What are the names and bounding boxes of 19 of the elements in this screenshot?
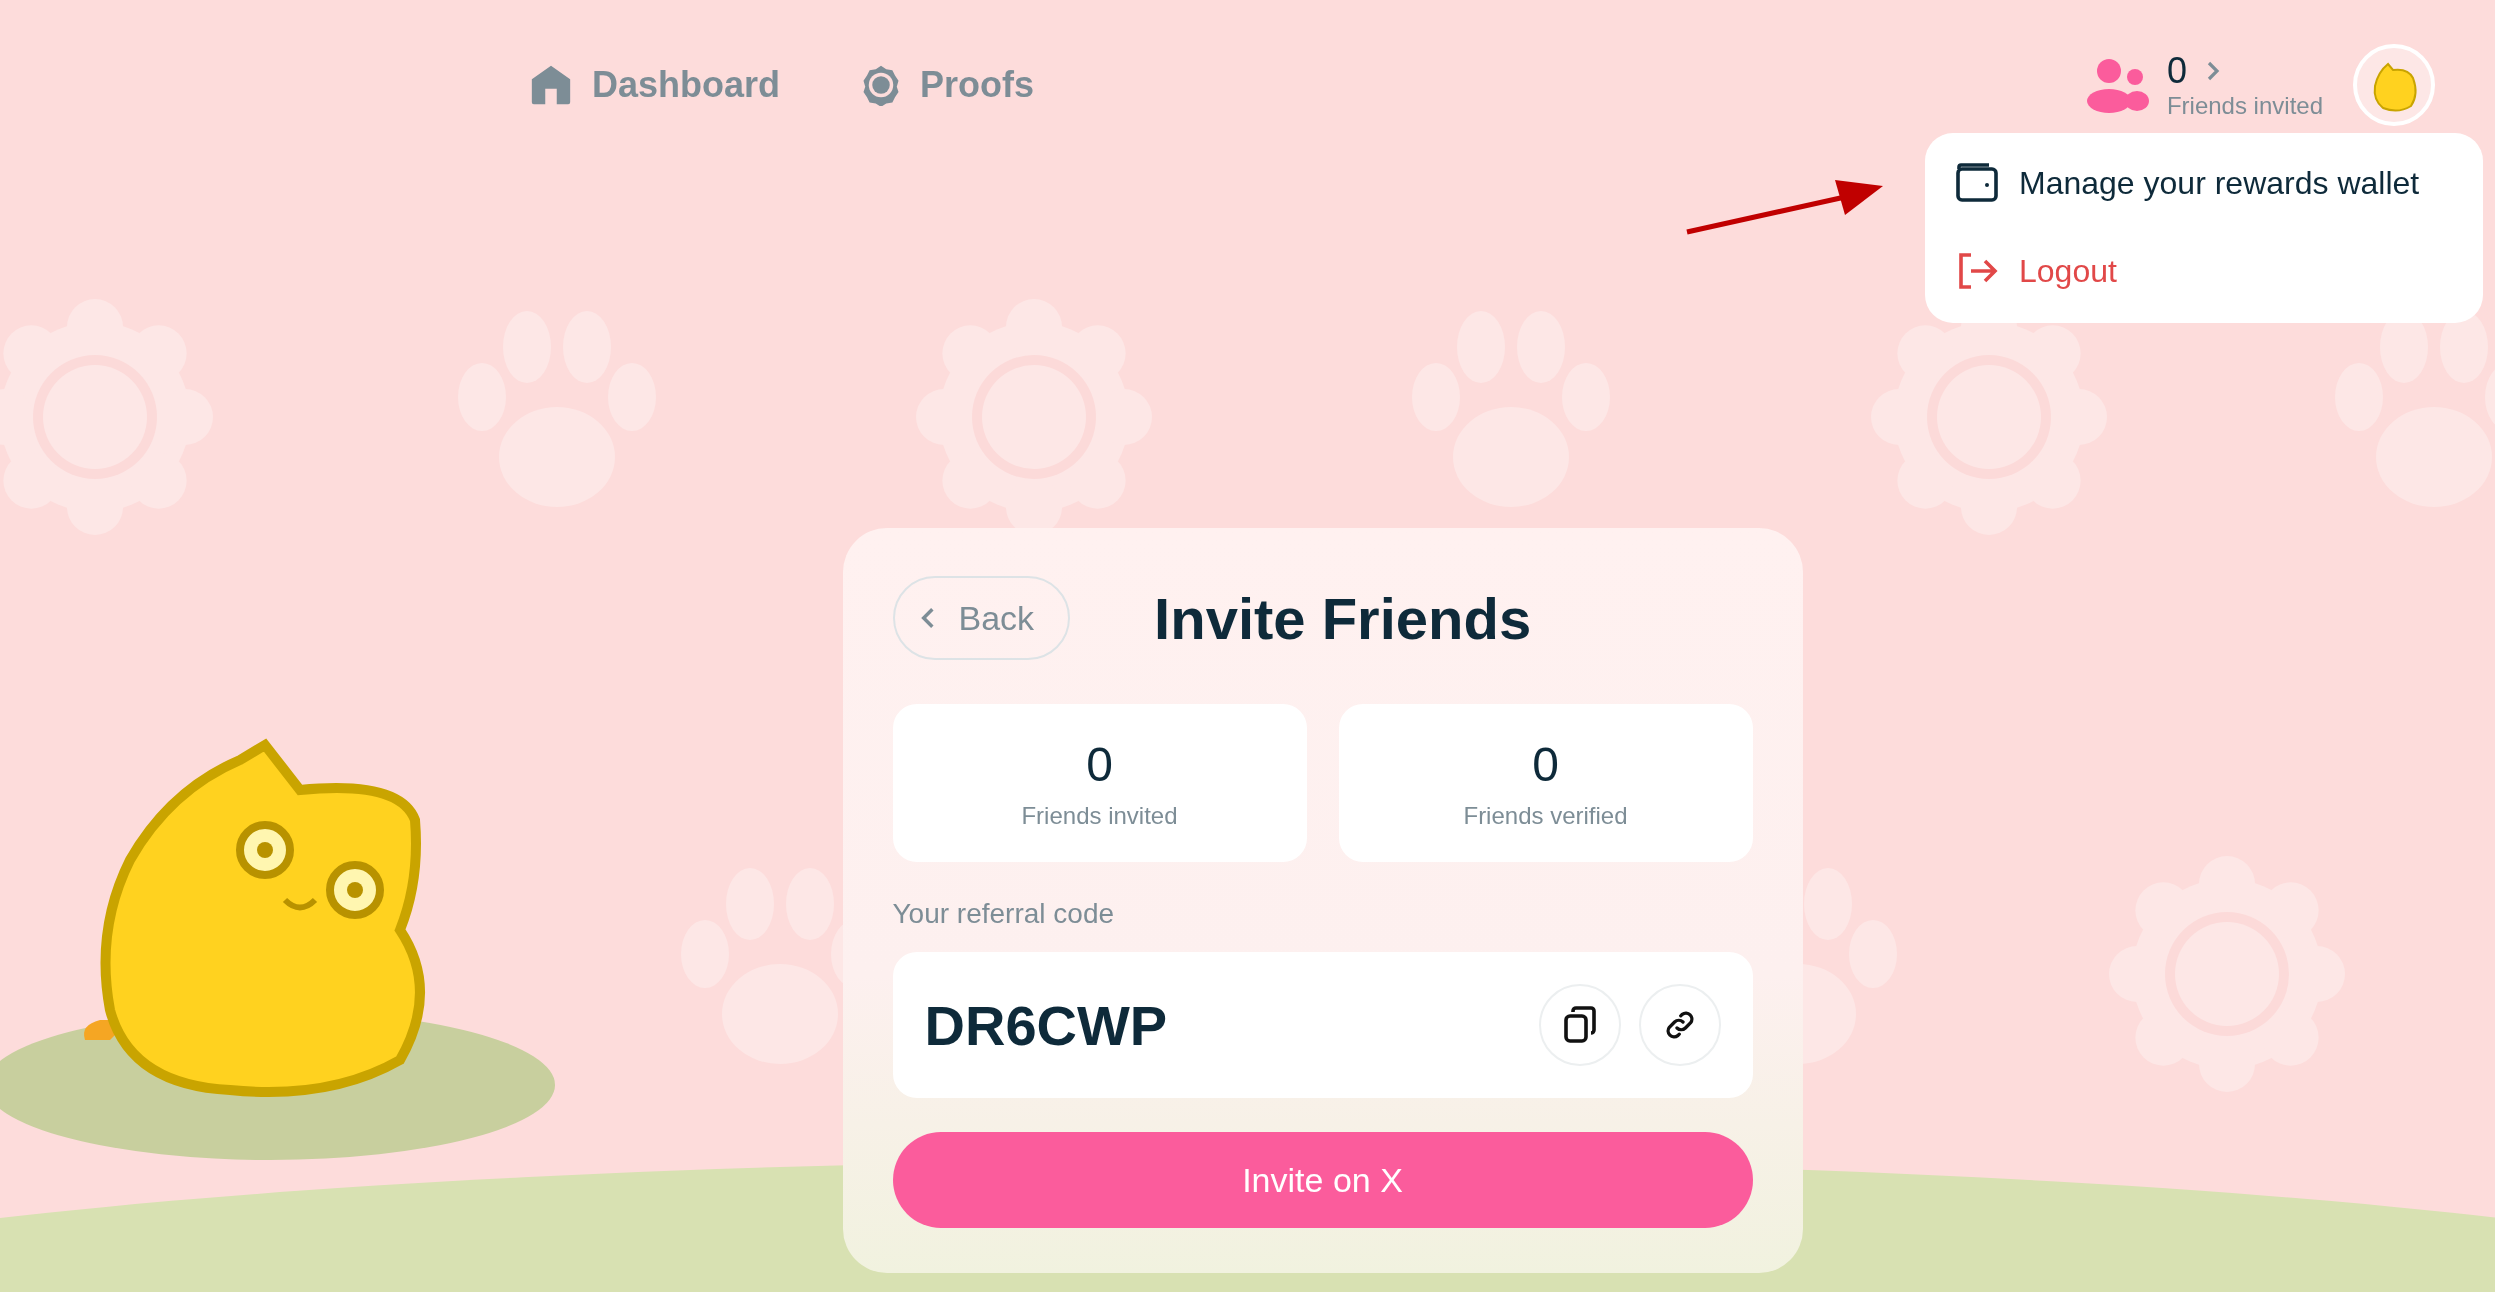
friends-count: 0 <box>2166 50 2187 92</box>
people-icon <box>2084 57 2149 113</box>
friends-counter[interactable]: 0 Friends invited <box>2084 50 2323 120</box>
nav-link[interactable]: Dashboard <box>528 62 781 108</box>
friends-label: Friends invited <box>2166 92 2323 120</box>
copy-icon <box>1562 1006 1597 1044</box>
menu-item[interactable]: Logout <box>1955 251 2453 291</box>
referral-code: DR6CWP <box>924 992 1168 1058</box>
referral-label: Your referral code <box>892 898 1116 930</box>
stat-value: 0 <box>1086 736 1113 792</box>
back-button[interactable]: Back <box>892 576 1071 660</box>
card-title: Invite Friends <box>1154 584 1532 652</box>
stat-label: Friends invited <box>1021 801 1178 830</box>
wallet-icon <box>1955 163 1999 203</box>
nav-link[interactable]: Proofs <box>860 62 1035 108</box>
stat-label: Friends verified <box>1463 801 1628 830</box>
menu-item[interactable]: Manage your rewards wallet <box>1955 163 2453 203</box>
invite-button[interactable]: Invite on X <box>892 1132 1753 1228</box>
stat-value: 0 <box>1532 736 1559 792</box>
